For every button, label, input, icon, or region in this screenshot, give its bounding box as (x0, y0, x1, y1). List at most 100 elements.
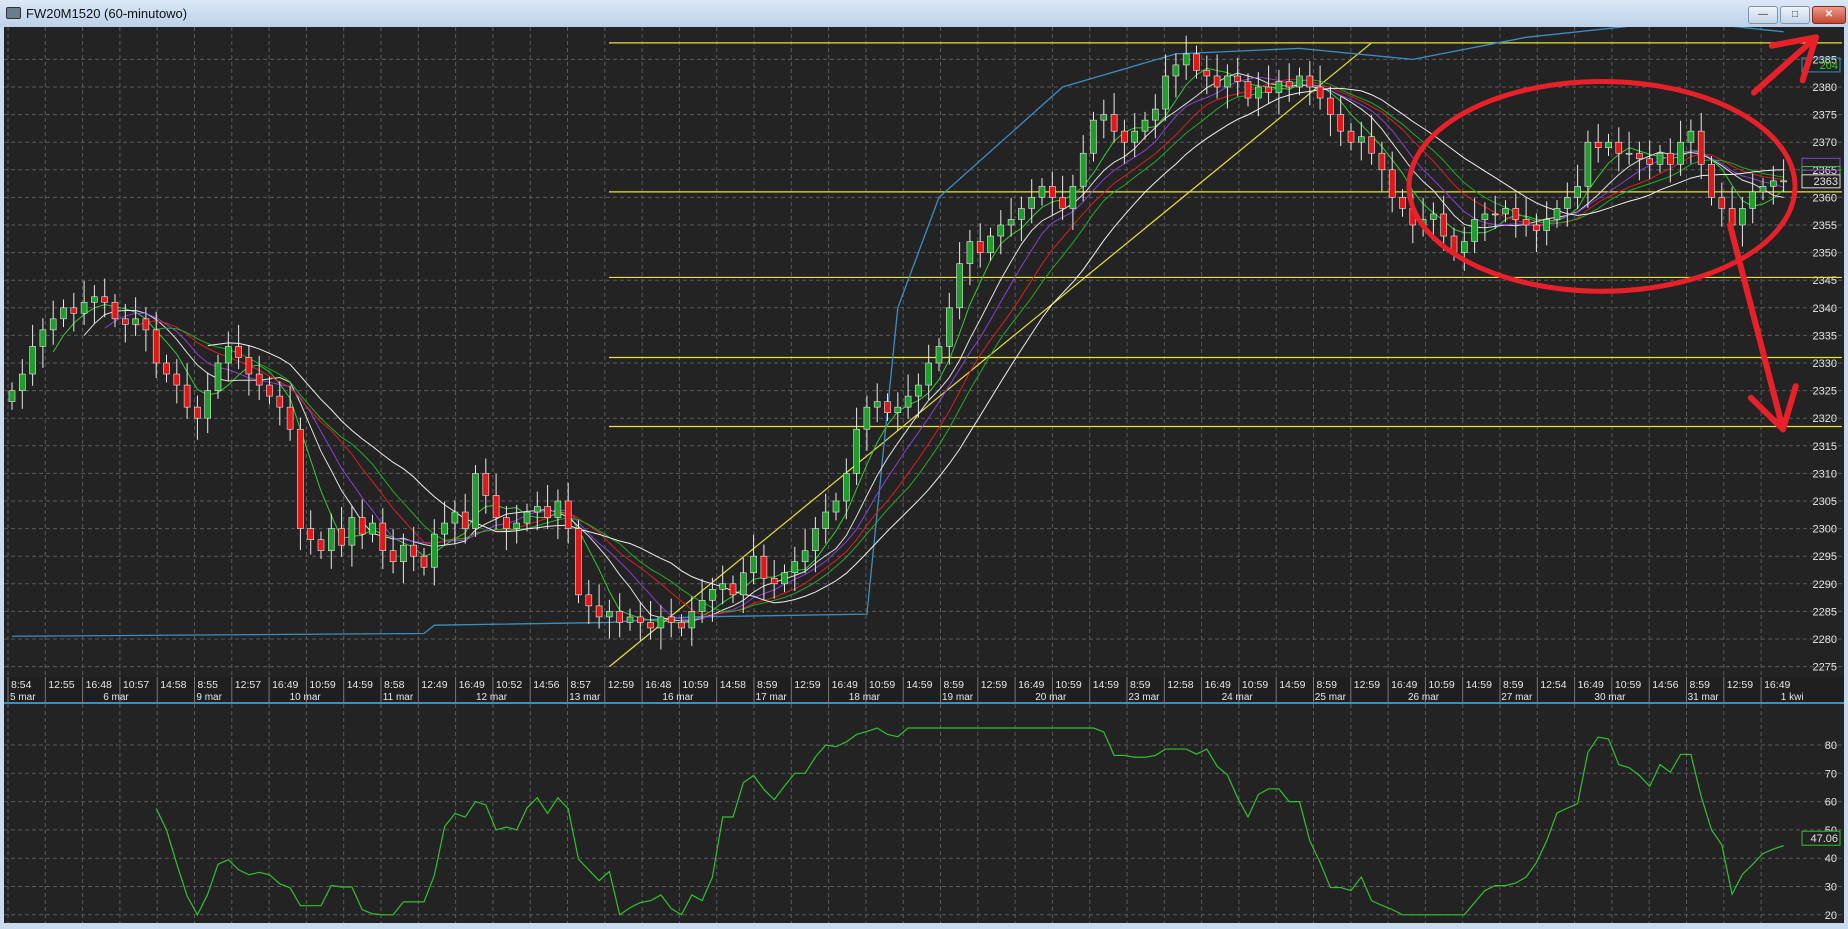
time-label: 10:59 (1428, 679, 1454, 691)
candle-body (1275, 81, 1283, 93)
candle-body (1780, 180, 1787, 183)
time-label: 16:48 (645, 679, 671, 691)
close-button[interactable]: ✕ (1812, 6, 1846, 24)
time-label: 12:58 (1167, 679, 1193, 691)
time-label: 14:59 (906, 679, 932, 691)
time-label: 12:59 (981, 679, 1007, 691)
time-label: 10:59 (1055, 679, 1081, 691)
chart-area[interactable]: 2275 2280 2285 2290 2295 2300 2305 2310 2315 2320… (4, 27, 1844, 925)
time-label: 8:55 (198, 679, 219, 691)
candle-body (925, 362, 933, 386)
date-label: 13 mar (569, 692, 601, 703)
price-tick-label: 2300 (1813, 524, 1837, 536)
candle-body (945, 307, 953, 347)
date-label: 25 mar (1315, 692, 1347, 703)
time-label: 10:59 (682, 679, 708, 691)
candle-body (338, 528, 345, 546)
candle-body (101, 296, 108, 303)
candle-body (750, 555, 757, 574)
candle-body (1461, 241, 1468, 253)
candle-body (1368, 136, 1375, 154)
price-tick-label: 2340 (1813, 303, 1837, 315)
candle-body (1162, 75, 1169, 110)
time-label: 16:49 (1764, 679, 1790, 691)
date-label: 17 mar (756, 692, 788, 703)
candle-body (842, 473, 850, 502)
price-panel (4, 27, 1844, 677)
candle-body (276, 395, 284, 408)
candle-body (461, 511, 469, 529)
date-label: 16 mar (662, 692, 694, 703)
rsi-value-label: 47.06 (1810, 833, 1838, 845)
date-label: 18 mar (849, 692, 881, 703)
candle-body (430, 533, 438, 568)
price-tick-label: 2315 (1813, 441, 1837, 453)
time-label: 12:55 (48, 679, 74, 691)
candle-body (91, 296, 98, 303)
candle-body (626, 616, 634, 623)
candle-body (204, 390, 211, 419)
price-tick-label: 2375 (1813, 110, 1837, 122)
candle-body (235, 346, 242, 358)
candle-body (194, 406, 201, 419)
candle-body (1502, 208, 1509, 215)
date-label: 27 mar (1501, 692, 1533, 703)
candle-body (1285, 81, 1293, 88)
rsi-tick-label: 30 (1825, 882, 1837, 894)
candle-body (832, 500, 840, 513)
candle-body (533, 506, 541, 513)
candle-body (1069, 186, 1077, 209)
candle-body (688, 611, 696, 629)
minimize-button[interactable]: — (1748, 6, 1778, 24)
window-titlebar: FW20M1520 (60-minutowo) — □ ✕ (0, 0, 1848, 27)
candle-body (1141, 119, 1149, 132)
candle-body (307, 528, 315, 540)
candle-body (1090, 119, 1097, 154)
candle-body (1244, 81, 1252, 99)
candle-body (1667, 152, 1674, 165)
rsi-tick-label: 80 (1825, 740, 1837, 752)
rsi-panel (4, 704, 1844, 923)
candle-body (636, 616, 644, 623)
candle-body (1594, 141, 1602, 149)
candle-body (657, 616, 665, 629)
candle-body (1522, 219, 1530, 226)
candle-body (1533, 224, 1540, 231)
price-tick-label: 2370 (1813, 137, 1837, 149)
time-label: 10:59 (1615, 679, 1641, 691)
candle-body (544, 506, 551, 518)
candle-body (585, 594, 593, 607)
candle-body (1121, 130, 1128, 143)
candle-body (142, 318, 150, 331)
candle-body (801, 550, 809, 563)
time-label: 16:49 (1391, 679, 1417, 691)
time-label: 14:59 (1093, 679, 1119, 691)
time-label: 16:49 (272, 679, 298, 691)
candle-body (266, 384, 273, 397)
candle-body (760, 555, 768, 579)
candle-body (1007, 219, 1015, 226)
candle-body (1131, 130, 1138, 143)
candle-body (812, 528, 819, 551)
time-label: 16:49 (1018, 679, 1044, 691)
candle-body (1193, 53, 1200, 71)
date-label: 12 mar (476, 692, 508, 703)
candle-body (575, 528, 582, 596)
candle-body (966, 241, 974, 264)
candle-body (1265, 86, 1272, 93)
candle-body (173, 373, 181, 386)
maximize-button[interactable]: □ (1780, 6, 1810, 24)
candle-body (1564, 197, 1571, 209)
candle-body (1739, 208, 1746, 226)
candle-body (39, 329, 47, 347)
candle-body (1388, 169, 1396, 198)
date-label: 9 mar (196, 692, 222, 703)
candle-body (1636, 152, 1643, 160)
candle-body (225, 346, 232, 364)
time-label: 10:57 (123, 679, 149, 691)
candle-body (1182, 53, 1190, 66)
candle-body (915, 384, 922, 397)
candle-body (503, 517, 510, 529)
candle-body (1512, 208, 1520, 220)
candle-body (997, 224, 1005, 237)
